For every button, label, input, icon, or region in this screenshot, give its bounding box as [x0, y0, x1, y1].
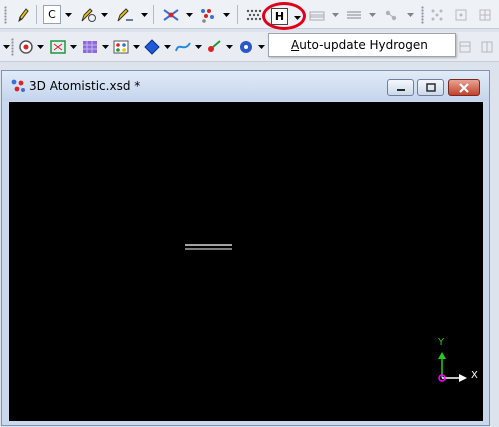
viewport-svg — [185, 244, 467, 382]
sketch-toolbar: C H — [0, 0, 499, 30]
workspace-edge — [490, 70, 499, 427]
window-title: 3D Atomistic.xsd * — [29, 79, 141, 93]
label-icon[interactable] — [204, 37, 224, 56]
sketch-ring-icon[interactable] — [114, 5, 136, 24]
element-field[interactable]: C — [43, 5, 61, 24]
toolbar-grip[interactable] — [421, 6, 424, 24]
axis-x-label: X — [471, 370, 478, 381]
fragment-dropdown[interactable] — [221, 5, 231, 24]
polyhedron-dropdown[interactable] — [162, 37, 172, 56]
molecule-frame-dropdown[interactable] — [68, 37, 78, 56]
label-dropdown[interactable] — [224, 37, 234, 56]
calc-dropdown[interactable] — [405, 5, 415, 24]
prev-dropdown[interactable] — [1, 37, 11, 56]
close-icon — [459, 82, 469, 93]
target-icon[interactable] — [17, 37, 35, 56]
lattice-icon[interactable] — [452, 5, 470, 24]
panel-icon[interactable] — [456, 37, 474, 56]
texture-dropdown[interactable] — [100, 37, 110, 56]
surface-dropdown[interactable] — [193, 37, 203, 56]
cell-icon[interactable] — [476, 5, 494, 24]
molecule-frame-icon[interactable] — [48, 37, 68, 56]
3d-viewport[interactable]: Y X — [9, 102, 483, 421]
molecule-doc-icon — [10, 78, 26, 97]
panel-icon[interactable] — [478, 37, 496, 56]
calc-icon[interactable] — [381, 5, 401, 24]
texture-icon[interactable] — [80, 37, 100, 56]
element-dropdown[interactable] — [63, 5, 73, 24]
toolbar-grip[interactable] — [11, 38, 14, 56]
sketch-atom-icon[interactable] — [77, 5, 99, 24]
separator — [36, 5, 37, 24]
maximize-icon — [425, 83, 436, 92]
hydrogen-dots-icon[interactable] — [244, 5, 264, 24]
separator — [237, 5, 238, 24]
minimize-icon — [396, 88, 405, 91]
close-button[interactable] — [448, 79, 480, 96]
sketch-ring-dropdown[interactable] — [139, 5, 149, 24]
color-grid-icon[interactable] — [111, 37, 131, 56]
separator — [153, 5, 154, 24]
align-icon[interactable] — [344, 5, 364, 24]
window-titlebar[interactable]: 3D Atomistic.xsd * — [2, 71, 489, 101]
toolbar-grip[interactable] — [4, 6, 7, 24]
tooltip: Auto-update Hydrogen — [268, 33, 456, 57]
fragment-icon[interactable] — [197, 5, 219, 24]
clean-dropdown[interactable] — [184, 5, 194, 24]
minimize-button[interactable] — [387, 79, 414, 96]
maximize-button[interactable] — [417, 79, 444, 96]
eye-dropdown[interactable] — [256, 37, 266, 56]
sketch-atom-dropdown[interactable] — [99, 5, 109, 24]
clean-icon[interactable] — [160, 5, 182, 24]
measure-icon[interactable] — [307, 5, 327, 24]
eye-icon[interactable] — [236, 37, 256, 56]
measure-dropdown[interactable] — [330, 5, 340, 24]
target-dropdown[interactable] — [35, 37, 45, 56]
axis-indicator — [438, 352, 467, 382]
surface-icon[interactable] — [173, 37, 193, 56]
color-grid-dropdown[interactable] — [131, 37, 141, 56]
tooltip-mnemonic: A — [291, 38, 300, 52]
tooltip-text: uto-update Hydrogen — [299, 38, 428, 52]
align-dropdown[interactable] — [367, 5, 377, 24]
axis-y-label: Y — [438, 337, 445, 348]
symmetry-icon[interactable] — [428, 5, 446, 24]
document-window: 3D Atomistic.xsd * Y X — [1, 70, 490, 426]
molecule-bond[interactable] — [185, 244, 232, 250]
pencil-icon[interactable] — [14, 5, 32, 24]
polyhedron-icon[interactable] — [142, 37, 162, 56]
hydrogen-dropdown[interactable] — [292, 8, 302, 27]
auto-update-hydrogen-button[interactable]: H — [271, 8, 288, 25]
